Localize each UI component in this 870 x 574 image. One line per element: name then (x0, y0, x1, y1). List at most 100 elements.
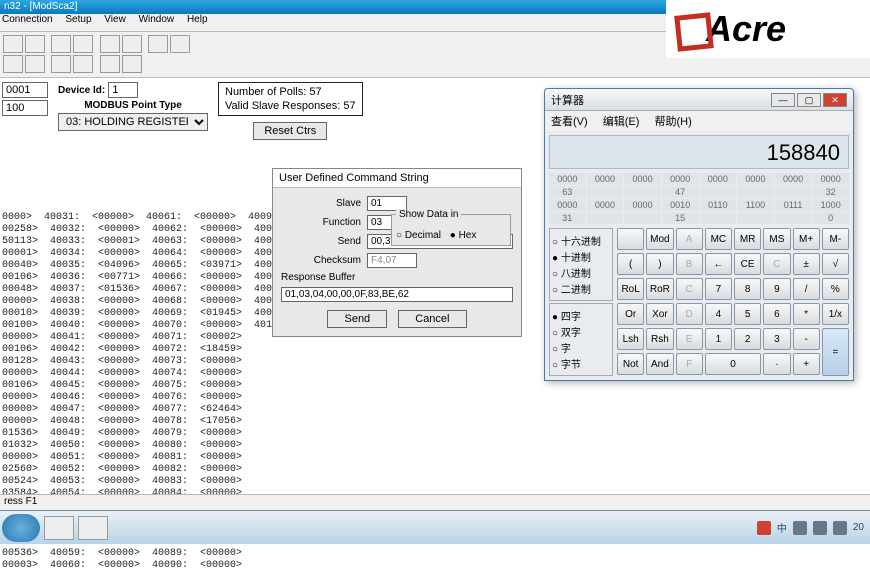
calc-key-And[interactable]: And (646, 353, 673, 375)
cancel-button[interactable]: Cancel (398, 310, 466, 328)
calc-key-8[interactable]: 8 (734, 278, 761, 300)
calc-key-RoR[interactable]: RoR (646, 278, 673, 300)
bit-cell[interactable]: 0010 (662, 199, 699, 211)
tb-btn[interactable] (148, 35, 168, 53)
ime-label[interactable]: 中 (777, 520, 787, 535)
clock[interactable]: 20 (853, 522, 864, 533)
bit-cell[interactable] (587, 186, 624, 198)
calc-key-C[interactable]: C (676, 278, 703, 300)
calc-key-1[interactable]: 1 (705, 328, 732, 350)
calc-key-MR[interactable]: MR (734, 228, 761, 250)
calc-bits[interactable]: 0000000000000000000000000000000063473200… (549, 173, 849, 224)
calc-key-%[interactable]: % (822, 278, 849, 300)
calc-key-4[interactable]: 4 (705, 303, 732, 325)
calc-key-MC[interactable]: MC (705, 228, 732, 250)
device-id-input[interactable] (108, 82, 138, 98)
bit-cell[interactable]: 0000 (587, 199, 624, 211)
calc-key-A[interactable]: A (676, 228, 703, 250)
hex-radio[interactable]: ● Hex (450, 230, 477, 241)
taskbar[interactable]: 中 20 (0, 510, 870, 544)
bit-cell[interactable]: 0000 (775, 173, 812, 185)
bit-cell[interactable]: 0000 (700, 173, 737, 185)
calculator-window[interactable]: 计算器 — ▢ ✕ 查看(V) 编辑(E) 帮助(H) 158840 00000… (544, 88, 854, 381)
bit-cell[interactable]: 0000 (737, 173, 774, 185)
bit-cell[interactable]: 31 (549, 212, 586, 224)
minimize-button[interactable]: — (771, 93, 795, 107)
word-radio[interactable]: ○ 双字 (552, 324, 610, 339)
bit-cell[interactable] (700, 212, 737, 224)
calc-key-Not[interactable]: Not (617, 353, 644, 375)
calc-titlebar[interactable]: 计算器 — ▢ ✕ (545, 89, 853, 111)
calc-key-3[interactable]: 3 (763, 328, 790, 350)
calc-key-0[interactable]: 0 (705, 353, 762, 375)
calc-menu-edit[interactable]: 编辑(E) (603, 116, 640, 128)
bit-cell[interactable]: 1100 (737, 199, 774, 211)
calc-key-9[interactable]: 9 (763, 278, 790, 300)
word-radio[interactable]: ○ 字 (552, 340, 610, 355)
calc-key-=[interactable]: = (822, 328, 849, 376)
calc-key-Rsh[interactable]: Rsh (646, 328, 673, 350)
bit-cell[interactable]: 0000 (624, 173, 661, 185)
bit-cell[interactable] (624, 186, 661, 198)
calc-key-/[interactable]: / (793, 278, 820, 300)
bit-cell[interactable]: 0000 (549, 199, 586, 211)
tb-btn[interactable] (170, 35, 190, 53)
bit-cell[interactable]: 0 (812, 212, 849, 224)
calc-key-E[interactable]: E (676, 328, 703, 350)
tb-btn[interactable] (122, 35, 142, 53)
volume-icon[interactable] (813, 521, 827, 535)
calc-key-√[interactable]: √ (822, 253, 849, 275)
close-button[interactable]: ✕ (823, 93, 847, 107)
menu-window[interactable]: Window (139, 14, 175, 25)
tb-btn[interactable] (73, 55, 93, 73)
tb-btn[interactable] (100, 55, 120, 73)
calc-key-Xor[interactable]: Xor (646, 303, 673, 325)
calc-key--[interactable]: - (793, 328, 820, 350)
maximize-button[interactable]: ▢ (797, 93, 821, 107)
calc-key-blank[interactable] (617, 228, 644, 250)
calc-key-Or[interactable]: Or (617, 303, 644, 325)
bit-cell[interactable] (737, 212, 774, 224)
word-radio[interactable]: ● 四字 (552, 308, 610, 323)
tray-icon[interactable] (793, 521, 807, 535)
send-button[interactable]: Send (327, 310, 387, 328)
system-tray[interactable]: 中 20 (757, 520, 870, 535)
bit-cell[interactable] (737, 186, 774, 198)
tb-btn[interactable] (3, 55, 23, 73)
menu-view[interactable]: View (104, 14, 126, 25)
tb-btn[interactable] (51, 35, 71, 53)
calc-key-Mod[interactable]: Mod (646, 228, 673, 250)
calc-key-+[interactable]: + (793, 353, 820, 375)
calc-menu-help[interactable]: 帮助(H) (654, 116, 691, 128)
bit-cell[interactable]: 0000 (624, 199, 661, 211)
calc-key-7[interactable]: 7 (705, 278, 732, 300)
length-input[interactable] (2, 100, 48, 116)
bit-cell[interactable]: 63 (549, 186, 586, 198)
ime-icon[interactable] (757, 521, 771, 535)
bit-cell[interactable] (624, 212, 661, 224)
radix-radio[interactable]: ○ 十六进制 (552, 233, 610, 248)
radix-radio[interactable]: ● 十进制 (552, 249, 610, 264)
calc-key-B[interactable]: B (676, 253, 703, 275)
bit-cell[interactable] (775, 212, 812, 224)
calc-key-·[interactable]: · (763, 353, 790, 375)
calc-menu[interactable]: 查看(V) 编辑(E) 帮助(H) (545, 111, 853, 131)
bit-cell[interactable]: 1000 (812, 199, 849, 211)
decimal-radio[interactable]: ○ Decimal (396, 230, 441, 241)
tb-btn[interactable] (3, 35, 23, 53)
tb-btn[interactable] (122, 55, 142, 73)
bit-cell[interactable]: 0000 (662, 173, 699, 185)
menu-help[interactable]: Help (187, 14, 208, 25)
calc-key-)[interactable]: ) (646, 253, 673, 275)
calc-key-Lsh[interactable]: Lsh (617, 328, 644, 350)
tb-btn[interactable] (51, 55, 71, 73)
calc-key-M-[interactable]: M- (822, 228, 849, 250)
calc-key-C[interactable]: C (763, 253, 790, 275)
calc-key-M+[interactable]: M+ (793, 228, 820, 250)
bit-cell[interactable] (775, 186, 812, 198)
reset-ctrs-button[interactable]: Reset Ctrs (253, 122, 327, 140)
calc-key-5[interactable]: 5 (734, 303, 761, 325)
radix-radio[interactable]: ○ 二进制 (552, 281, 610, 296)
calc-key-*[interactable]: * (793, 303, 820, 325)
bit-cell[interactable]: 0111 (775, 199, 812, 211)
